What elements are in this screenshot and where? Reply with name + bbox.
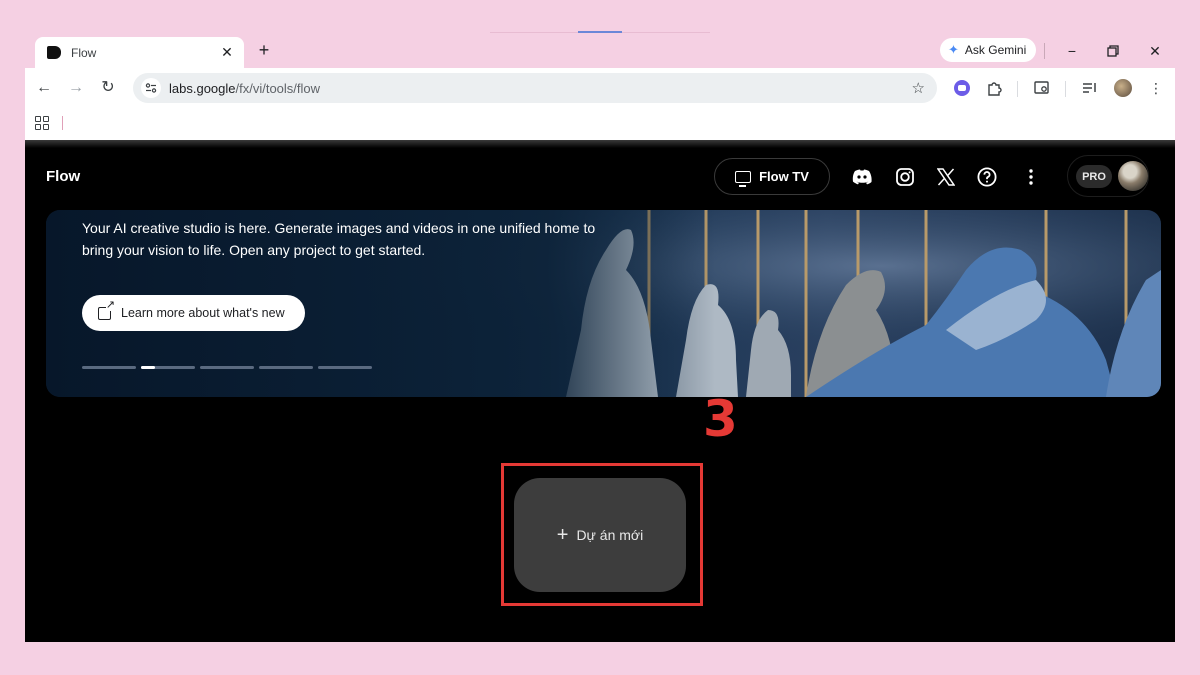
carousel-dot-3[interactable] bbox=[200, 366, 254, 369]
external-link-icon bbox=[98, 299, 115, 320]
carousel-dot-4[interactable] bbox=[259, 366, 313, 369]
gemini-spark-icon: ✦ bbox=[948, 42, 959, 57]
pro-badge: PRO bbox=[1076, 165, 1112, 188]
plus-icon: + bbox=[556, 524, 569, 546]
url-host: labs.google bbox=[169, 80, 236, 96]
bookmark-star-icon[interactable]: ☆ bbox=[912, 79, 925, 97]
reload-icon[interactable]: ↻ bbox=[96, 76, 120, 100]
carousel-dot-2[interactable] bbox=[141, 366, 195, 369]
more-options-icon[interactable] bbox=[1019, 165, 1043, 189]
url-path: /fx/vi/tools/flow bbox=[235, 80, 321, 96]
flow-tv-button[interactable]: Flow TV bbox=[714, 158, 830, 195]
tab-search-icon[interactable] bbox=[1031, 77, 1053, 99]
discord-icon[interactable] bbox=[850, 165, 874, 189]
close-tab-icon[interactable]: ✕ bbox=[220, 44, 234, 61]
close-window-icon[interactable]: ✕ bbox=[1143, 40, 1167, 62]
learn-more-label: Learn more about what's new bbox=[121, 306, 285, 320]
tab-strip: Flow ✕ + ✦ Ask Gemini − ✕ bbox=[25, 36, 1175, 68]
page-top-shadow bbox=[25, 140, 1175, 148]
new-tab-button[interactable]: + bbox=[254, 41, 274, 61]
carousel-dot-1[interactable] bbox=[82, 366, 136, 369]
forward-arrow-icon[interactable]: → bbox=[64, 76, 88, 100]
minimize-icon[interactable]: − bbox=[1060, 40, 1084, 62]
instagram-icon[interactable] bbox=[893, 165, 917, 189]
ask-gemini-button[interactable]: ✦ Ask Gemini bbox=[940, 38, 1037, 62]
banner-description: Your AI creative studio is here. Generat… bbox=[82, 220, 596, 258]
top-decoration-line bbox=[490, 31, 710, 33]
tab-title: Flow bbox=[71, 45, 97, 60]
avatar bbox=[1114, 79, 1132, 97]
new-project-button[interactable]: + Dự án mới bbox=[514, 478, 686, 592]
flow-tv-label: Flow TV bbox=[759, 169, 809, 184]
media-playlist-icon[interactable] bbox=[1079, 77, 1101, 99]
ask-gemini-label: Ask Gemini bbox=[964, 43, 1027, 57]
avatar[interactable] bbox=[1118, 161, 1148, 191]
tv-icon bbox=[735, 170, 752, 187]
account-area[interactable]: PRO bbox=[1067, 155, 1149, 197]
back-arrow-icon[interactable]: ← bbox=[32, 76, 56, 100]
bookmarks-separator bbox=[62, 116, 63, 130]
tabstrip-divider bbox=[1044, 43, 1045, 59]
promo-banner: Your AI creative studio is here. Generat… bbox=[46, 210, 1161, 397]
apps-grid-icon[interactable] bbox=[35, 116, 49, 130]
restore-icon[interactable] bbox=[1101, 40, 1125, 62]
extension-bot-icon[interactable] bbox=[951, 77, 973, 99]
carousel-indicators bbox=[82, 366, 372, 369]
brand-title[interactable]: Flow bbox=[46, 168, 80, 185]
site-info-icon[interactable] bbox=[141, 78, 161, 98]
x-twitter-icon[interactable] bbox=[934, 165, 958, 189]
browser-toolbar: ← → ↻ labs.google/fx/vi/tools/flow ☆ ⋮ bbox=[25, 68, 1175, 108]
url-text: labs.google/fx/vi/tools/flow bbox=[169, 81, 912, 96]
carousel-dot-5[interactable] bbox=[318, 366, 372, 369]
extensions-puzzle-icon[interactable] bbox=[983, 77, 1005, 99]
tab-flow[interactable]: Flow ✕ bbox=[35, 37, 244, 68]
bookmarks-bar bbox=[25, 108, 1175, 140]
decoration-accent bbox=[578, 31, 622, 33]
learn-more-button[interactable]: Learn more about what's new bbox=[82, 295, 305, 331]
browser-window: Flow ✕ + ✦ Ask Gemini − ✕ ← → ↻ labs.goo… bbox=[25, 36, 1175, 642]
new-project-label: Dự án mới bbox=[576, 527, 644, 543]
flow-page: Flow Flow TV PRO Your AI creative studio… bbox=[25, 140, 1175, 642]
help-icon[interactable] bbox=[975, 165, 999, 189]
toolbar-divider bbox=[1017, 81, 1018, 97]
flow-favicon-icon bbox=[47, 46, 61, 59]
step-number-annotation: 3 bbox=[703, 390, 738, 448]
toolbar-divider bbox=[1065, 81, 1066, 97]
address-bar[interactable]: labs.google/fx/vi/tools/flow ☆ bbox=[133, 73, 937, 103]
profile-avatar[interactable] bbox=[1112, 77, 1134, 99]
browser-menu-icon[interactable]: ⋮ bbox=[1145, 77, 1167, 99]
